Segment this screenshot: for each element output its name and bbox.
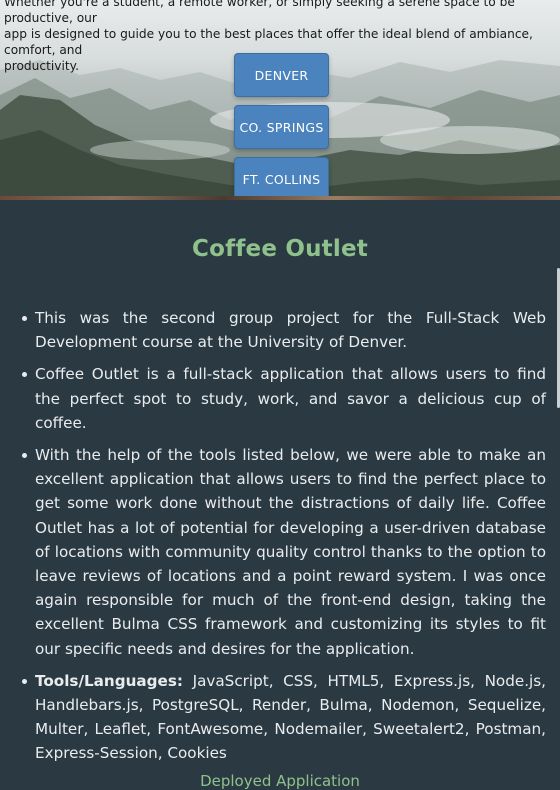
list-item: Coffee Outlet is a full-stack applicatio… bbox=[22, 362, 546, 435]
bullet-icon bbox=[22, 316, 27, 321]
denver-button[interactable]: DENVER bbox=[234, 53, 329, 97]
bullet-icon bbox=[22, 678, 27, 684]
intro-line: Whether you're a student, a remote worke… bbox=[4, 0, 515, 25]
list-item-tools: Tools/Languages: JavaScript, CSS, HTML5,… bbox=[22, 669, 546, 766]
co-springs-button[interactable]: CO. SPRINGS bbox=[234, 105, 329, 149]
project-details-list: This was the second group project for th… bbox=[22, 306, 546, 774]
tools-label: Tools/Languages: bbox=[35, 671, 183, 690]
list-item: With the help of the tools listed below,… bbox=[22, 443, 546, 661]
list-item: This was the second group project for th… bbox=[22, 306, 546, 354]
hero-image: Whether you're a student, a remote worke… bbox=[0, 0, 560, 200]
project-title: Coffee Outlet bbox=[192, 236, 368, 262]
ft-collins-button[interactable]: FT. COLLINS bbox=[234, 157, 329, 200]
bullet-icon bbox=[22, 453, 27, 459]
deployed-application-link[interactable]: Deployed Application bbox=[0, 772, 560, 790]
